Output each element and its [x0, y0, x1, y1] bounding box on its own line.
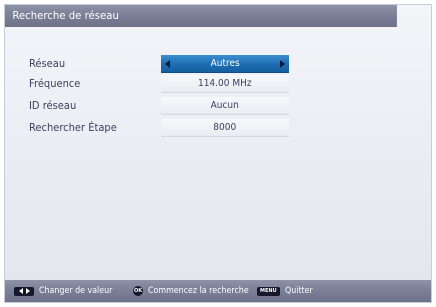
hint-quit: MENU Quitter	[257, 280, 316, 302]
ok-button-icon: OK	[133, 286, 143, 296]
setting-label: Rechercher Étape	[29, 121, 117, 134]
footer-hint-bar: Changer de valeur OK Commencez la recher…	[5, 280, 431, 302]
frequency-field[interactable]: 114.00 MHz	[161, 75, 289, 93]
setting-row-network-id[interactable]: ID réseau Aucun	[5, 97, 431, 115]
setting-row-search-step[interactable]: Rechercher Étape 8000	[5, 119, 431, 137]
menu-button-icon: MENU	[257, 286, 280, 296]
hint-text: Changer de valeur	[39, 286, 113, 296]
setting-value: 114.00 MHz	[198, 78, 252, 89]
setting-label: Réseau	[29, 57, 66, 70]
hint-text: Commencez la recherche	[148, 286, 249, 296]
hint-text: Quitter	[284, 286, 313, 296]
left-right-arrows-icon	[14, 286, 34, 296]
setting-value: 8000	[213, 122, 237, 133]
network-selector[interactable]: Autres	[161, 55, 289, 73]
setting-label: ID réseau	[29, 99, 77, 112]
hint-change-value: Changer de valeur	[14, 280, 122, 302]
setting-row-frequency[interactable]: Fréquence 114.00 MHz	[5, 75, 431, 93]
network-id-field[interactable]: Aucun	[161, 97, 289, 115]
network-search-window: Recherche de réseau Réseau Autres Fréque…	[4, 4, 432, 303]
hint-start-search: OK Commencez la recherche	[133, 280, 262, 302]
setting-value: Autres	[210, 58, 240, 69]
setting-value: Aucun	[210, 100, 240, 111]
setting-label: Fréquence	[29, 77, 81, 90]
arrow-right-icon[interactable]	[280, 60, 285, 68]
settings-panel: Réseau Autres Fréquence 114.00 MHz ID ré…	[5, 27, 431, 282]
search-step-field[interactable]: 8000	[161, 119, 289, 137]
arrow-left-icon[interactable]	[165, 60, 170, 68]
setting-row-network[interactable]: Réseau Autres	[5, 55, 431, 73]
window-title: Recherche de réseau	[5, 5, 397, 27]
